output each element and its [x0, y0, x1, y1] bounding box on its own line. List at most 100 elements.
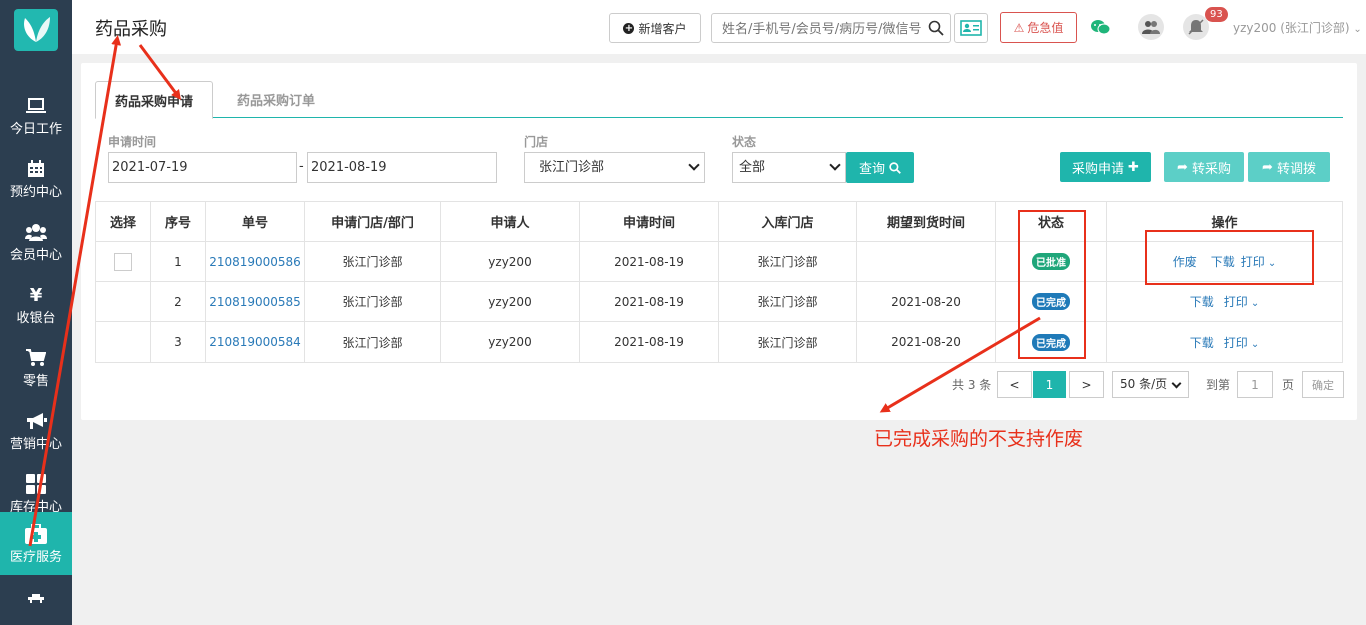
print-label: 打印	[1223, 335, 1248, 350]
select-cell	[96, 242, 151, 281]
alert-icon: ⚠	[1013, 20, 1025, 35]
print-menu[interactable]: 打印 ⌄	[1224, 334, 1260, 351]
expected-cell: 2021-08-20	[857, 322, 996, 362]
tab-bar: 药品采购申请 药品采购订单	[95, 81, 1343, 119]
to-transfer-button[interactable]: ➦ 转调拨	[1248, 152, 1330, 182]
goto-confirm-button[interactable]: 确定	[1302, 371, 1344, 398]
share-icon: ➦	[1262, 159, 1273, 175]
order-no-link[interactable]: 210819000584	[209, 335, 301, 349]
id-card-icon	[960, 20, 982, 36]
sidebar-item-medical[interactable]: 医疗服务	[0, 512, 72, 575]
column-header: 单号	[206, 202, 305, 241]
ops-cell: 下载 打印 ⌄	[1107, 322, 1342, 362]
sidebar-item-label: 零售	[22, 374, 49, 389]
date-from-input[interactable]: 2021-07-19	[108, 152, 297, 183]
time-cell: 2021-08-19	[580, 282, 719, 321]
notification-badge: 93	[1205, 7, 1228, 22]
column-header: 期望到货时间	[857, 202, 996, 241]
ops-highlight	[1145, 230, 1314, 285]
order-no-cell: 210819000585	[206, 282, 305, 321]
danger-value-button[interactable]: ⚠ 危急值	[1000, 12, 1077, 43]
goto-page-input[interactable]: 1	[1237, 371, 1273, 398]
column-header: 选择	[96, 202, 151, 241]
next-page-button[interactable]: >	[1069, 371, 1104, 398]
dept-cell: 张江门诊部	[305, 282, 441, 321]
to-purchase-button[interactable]: ➦ 转采购	[1164, 152, 1244, 182]
download-link[interactable]: 下载	[1190, 293, 1214, 310]
sidebar-item-appointment[interactable]: 预约中心	[0, 147, 72, 210]
status-filter-label: 状态	[732, 135, 757, 149]
sidebar-item-label: 预约中心	[9, 185, 62, 200]
page-title: 药品采购	[95, 19, 167, 40]
plus-icon: ✚	[1128, 159, 1139, 175]
goto-label: 到第	[1206, 378, 1231, 392]
megaphone-icon	[0, 409, 72, 433]
chevron-down-icon: ⌄	[1247, 338, 1260, 350]
sidebar-item-cashier[interactable]: ¥ 收银台	[0, 273, 72, 336]
table-row: 3 210819000584 张江门诊部 yzy200 2021-08-19 张…	[96, 322, 1342, 362]
status-select[interactable]: 全部	[732, 152, 846, 183]
store-filter-label: 门店	[524, 135, 549, 149]
team-icon[interactable]	[1138, 14, 1164, 40]
sidebar-item-label: 医疗服务	[9, 550, 62, 565]
print-menu[interactable]: 打印 ⌄	[1224, 293, 1260, 310]
page-size-select[interactable]: 50 条/页	[1112, 371, 1189, 398]
column-header: 序号	[151, 202, 206, 241]
order-no-link[interactable]: 210819000586	[209, 255, 301, 269]
store-select[interactable]: 张江门诊部	[524, 152, 705, 183]
customer-search	[711, 13, 951, 43]
chevron-down-icon: ⌄	[1353, 24, 1362, 35]
more-icon	[0, 586, 72, 610]
query-button[interactable]: 查询	[846, 152, 914, 183]
sidebar-item-label: 会员中心	[9, 248, 62, 263]
sidebar-item-member[interactable]: 会员中心	[0, 210, 72, 273]
column-header: 申请时间	[580, 202, 719, 241]
tab-purchase-order[interactable]: 药品采购订单	[223, 81, 329, 118]
sidebar-item-today-work[interactable]: 今日工作	[0, 84, 72, 147]
seq-cell: 2	[151, 282, 206, 321]
time-cell: 2021-08-19	[580, 322, 719, 362]
prev-page-button[interactable]: <	[997, 371, 1032, 398]
annotation-note: 已完成采购的不支持作废	[874, 428, 1084, 450]
id-card-button[interactable]	[954, 13, 988, 43]
column-header: 入库门店	[719, 202, 857, 241]
search-input[interactable]	[722, 20, 922, 38]
medkit-icon	[0, 522, 72, 546]
search-icon[interactable]	[928, 20, 944, 36]
sidebar-item-retail[interactable]: 零售	[0, 336, 72, 399]
purchase-request-button[interactable]: 采购申请 ✚	[1060, 152, 1151, 182]
new-customer-button[interactable]: + 新增客户	[609, 13, 701, 43]
order-no-link[interactable]: 210819000585	[209, 295, 301, 309]
app-logo[interactable]	[14, 9, 58, 51]
sidebar-item-label: 今日工作	[9, 122, 62, 137]
status-column-highlight	[1018, 210, 1086, 359]
search-icon	[889, 161, 901, 174]
page-button[interactable]: 1	[1033, 371, 1066, 398]
sidebar-item-more[interactable]	[0, 580, 72, 620]
status-select-value: 全部	[739, 160, 766, 175]
yen-icon: ¥	[29, 284, 43, 306]
tab-purchase-request[interactable]: 药品采购申请	[95, 81, 213, 119]
column-header: 申请门店/部门	[305, 202, 441, 241]
date-separator: -	[299, 159, 304, 174]
cart-icon	[0, 346, 72, 370]
sidebar-item-label: 收银台	[16, 311, 56, 326]
date-to-input[interactable]: 2021-08-19	[307, 152, 497, 183]
order-no-cell: 210819000586	[206, 242, 305, 281]
store-cell: 张江门诊部	[719, 242, 857, 281]
dept-cell: 张江门诊部	[305, 322, 441, 362]
chevron-down-icon: ⌄	[1247, 298, 1260, 309]
applicant-cell: yzy200	[441, 282, 580, 321]
sidebar-item-marketing[interactable]: 营销中心	[0, 399, 72, 462]
row-checkbox[interactable]	[114, 252, 132, 271]
download-link[interactable]: 下载	[1190, 334, 1214, 351]
danger-value-label: 危急值	[1027, 21, 1064, 35]
table-row: 2 210819000585 张江门诊部 yzy200 2021-08-19 张…	[96, 282, 1342, 322]
ops-cell: 下载 打印 ⌄	[1107, 282, 1342, 321]
store-select-value: 张江门诊部	[539, 160, 605, 175]
laptop-icon	[0, 94, 72, 118]
applicant-cell: yzy200	[441, 242, 580, 281]
date-filter-label: 申请时间	[108, 135, 157, 149]
user-menu[interactable]: yzy200 (张江门诊部) ⌄	[1233, 19, 1362, 36]
wechat-icon[interactable]	[1087, 14, 1113, 40]
